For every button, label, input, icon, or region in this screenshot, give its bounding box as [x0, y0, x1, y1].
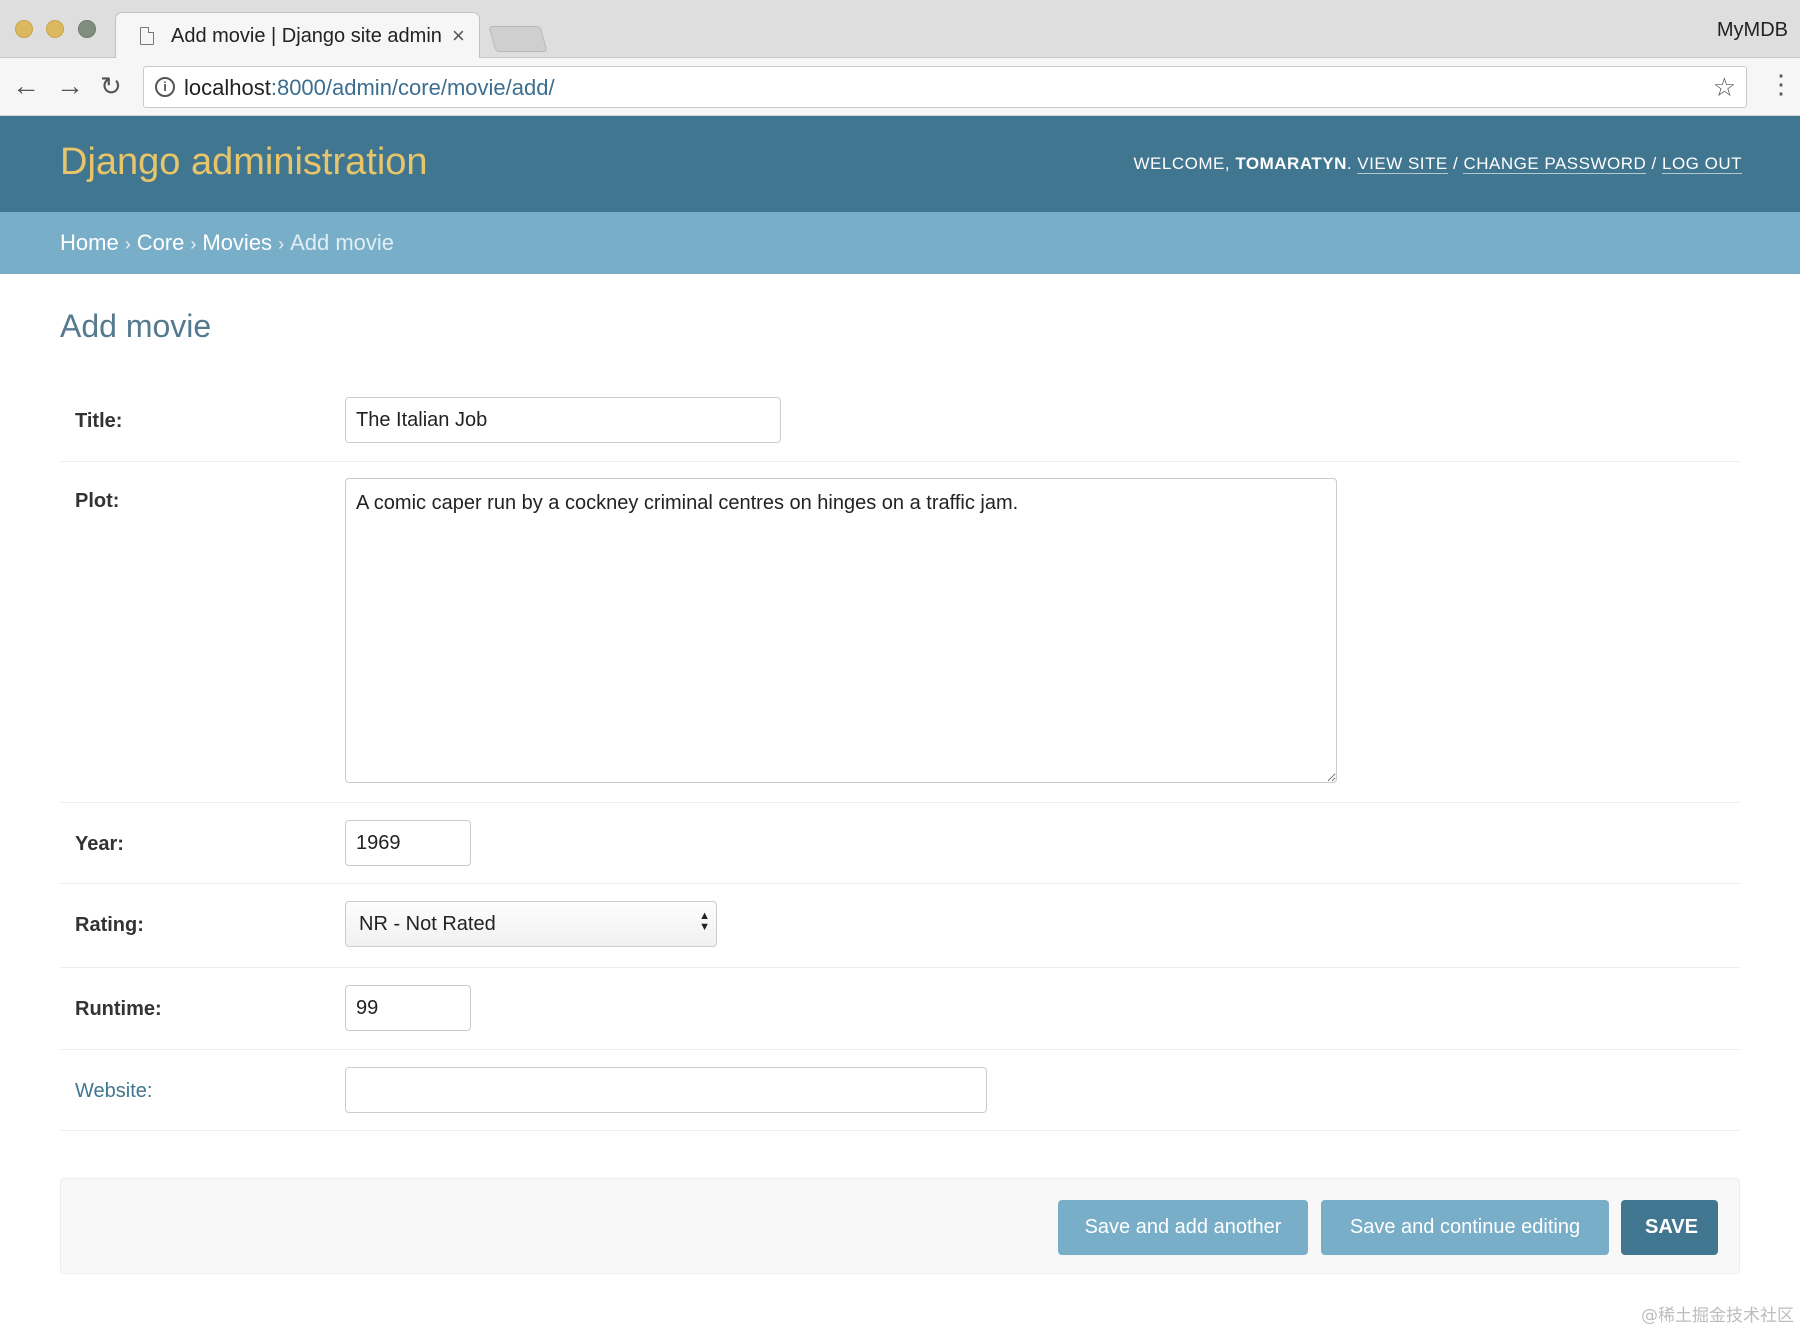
form-row-plot: Plot: A comic caper run by a cockney cri… [60, 462, 1740, 803]
title-input[interactable] [345, 397, 781, 443]
save-and-add-another-button[interactable]: Save and add another [1058, 1200, 1308, 1255]
rating-select[interactable]: NR - Not Rated ▲ ▼ [345, 901, 717, 947]
tab-close-icon[interactable]: × [452, 23, 465, 49]
breadcrumb-separator: › [278, 234, 285, 254]
form-row-year: Year: [60, 803, 1740, 884]
runtime-input[interactable] [345, 985, 471, 1031]
window-minimize-button[interactable] [46, 20, 64, 38]
browser-toolbar: ← → ↻ i localhost:8000/admin/core/movie/… [0, 58, 1800, 116]
form-row-website: Website: [60, 1050, 1740, 1131]
document-icon [140, 27, 154, 45]
tab-title: Add movie | Django site admin [171, 25, 442, 47]
rating-label: Rating: [75, 914, 144, 936]
save-button[interactable]: SAVE [1621, 1200, 1718, 1255]
url-path: :8000/admin/core/movie/add/ [270, 75, 555, 100]
url-text[interactable]: localhost:8000/admin/core/movie/add/ [184, 75, 555, 101]
back-arrow-icon[interactable]: ← [12, 72, 40, 100]
profile-name[interactable]: MyMDB [1717, 19, 1788, 42]
select-arrows-icon: ▲ ▼ [699, 910, 710, 933]
website-label: Website: [75, 1080, 153, 1102]
page-title: Add movie [60, 308, 212, 344]
form-row-runtime: Runtime: [60, 968, 1740, 1050]
separator: / [1447, 154, 1464, 173]
runtime-label: Runtime: [75, 998, 162, 1020]
form-row-rating: Rating: NR - Not Rated ▲ ▼ [60, 884, 1740, 968]
rating-selected-value: NR - Not Rated [359, 913, 496, 935]
website-input[interactable] [345, 1067, 987, 1113]
breadcrumb-movies[interactable]: Movies [202, 230, 272, 255]
watermark: @稀土掘金技术社区 [1641, 1306, 1794, 1326]
user-tools: WELCOME, TOMARATYN. VIEW SITE / CHANGE P… [1134, 154, 1742, 174]
year-label: Year: [75, 833, 124, 855]
breadcrumb-trail: Home › Core › Movies › Add movie [60, 230, 394, 256]
browser-titlebar: Add movie | Django site admin × MyMDB [0, 0, 1800, 59]
submit-row: Save and add another Save and continue e… [60, 1178, 1740, 1274]
forward-arrow-icon[interactable]: → [56, 72, 84, 100]
breadcrumb-home[interactable]: Home [60, 230, 119, 255]
breadcrumb-separator: › [190, 234, 197, 254]
site-header: Django administration WELCOME, TOMARATYN… [0, 116, 1800, 212]
view-site-link[interactable]: VIEW SITE [1357, 154, 1448, 174]
log-out-link[interactable]: LOG OUT [1661, 154, 1742, 174]
reload-icon[interactable]: ↻ [100, 73, 122, 99]
site-branding[interactable]: Django administration [60, 141, 428, 184]
breadcrumb-current: Add movie [290, 230, 395, 255]
save-and-continue-button[interactable]: Save and continue editing [1321, 1200, 1609, 1255]
welcome-text: WELCOME, [1133, 154, 1236, 173]
change-password-link[interactable]: CHANGE PASSWORD [1463, 154, 1647, 174]
window-maximize-button[interactable] [78, 20, 96, 38]
url-host: localhost [184, 75, 271, 100]
star-icon[interactable]: ☆ [1713, 72, 1736, 103]
period: . [1346, 154, 1358, 173]
plot-label: Plot: [75, 490, 120, 512]
breadcrumb-core[interactable]: Core [137, 230, 185, 255]
title-label: Title: [75, 410, 123, 432]
year-input[interactable] [345, 820, 471, 866]
address-bar[interactable]: i localhost:8000/admin/core/movie/add/ ☆ [143, 66, 1747, 108]
separator: / [1646, 154, 1662, 173]
username: TOMARATYN [1235, 154, 1347, 173]
window-close-button[interactable] [15, 20, 33, 38]
form-row-title: Title: [60, 384, 1740, 462]
info-icon[interactable]: i [155, 77, 175, 97]
browser-tab[interactable]: Add movie | Django site admin × [115, 12, 480, 59]
plot-textarea[interactable]: A comic caper run by a cockney criminal … [345, 478, 1337, 783]
new-tab-button[interactable] [488, 26, 548, 52]
menu-icon[interactable]: ⋮ [1768, 71, 1794, 97]
breadcrumb-separator: › [124, 234, 131, 254]
breadcrumb: Home › Core › Movies › Add movie [0, 212, 1800, 274]
